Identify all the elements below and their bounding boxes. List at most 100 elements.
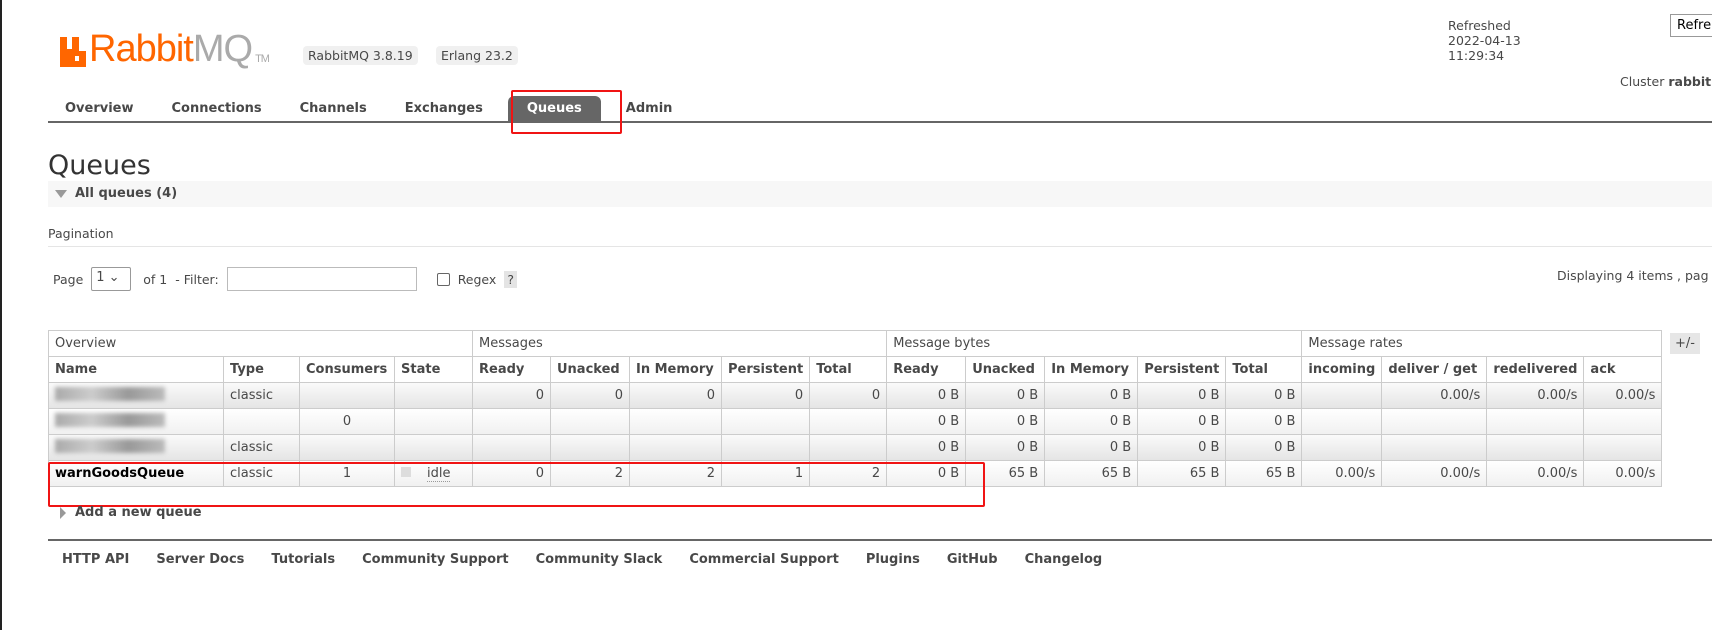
column-header[interactable]: Type: [223, 356, 300, 383]
logo-tm: TM: [255, 53, 270, 65]
table-cell: 0.00/s: [1583, 460, 1663, 487]
window-edge: [0, 0, 2, 630]
table-cell: 0.00/s: [1486, 382, 1585, 409]
tab-connections[interactable]: Connections: [153, 96, 281, 121]
section-title: All queues (4): [75, 186, 178, 201]
column-header[interactable]: Persistent: [720, 356, 811, 383]
column-header[interactable]: ack: [1583, 356, 1663, 383]
column-header[interactable]: In Memory: [1044, 356, 1139, 383]
filter-input[interactable]: [226, 267, 417, 291]
table-cell: classic: [223, 382, 300, 409]
table-row: 00 B0 B0 B0 B0 B: [48, 408, 1663, 435]
table-cell: 0 B: [965, 434, 1046, 461]
table-cell: 0.00/s: [1301, 460, 1383, 487]
footer-link[interactable]: Tutorials: [271, 552, 335, 567]
expand-triangle-icon: [60, 507, 66, 519]
footer-link[interactable]: Changelog: [1025, 552, 1103, 567]
table-cell: 65 B: [1137, 460, 1227, 487]
add-queue-toggle[interactable]: Add a new queue: [60, 505, 202, 520]
column-header[interactable]: Consumers: [299, 356, 395, 383]
refresh-select[interactable]: Refre: [1670, 14, 1712, 37]
footer-link[interactable]: Server Docs: [156, 552, 244, 567]
column-header[interactable]: Total: [1225, 356, 1303, 383]
table-cell: 0: [720, 382, 811, 409]
table-cell: [472, 434, 551, 461]
queue-name-link[interactable]: [48, 382, 224, 409]
table-cell: 0 B: [1225, 434, 1303, 461]
regex-label: Regex: [457, 271, 497, 287]
table-cell: [550, 408, 630, 435]
table-cell: 0 B: [1225, 408, 1303, 435]
table-cell: 0 B: [1044, 382, 1139, 409]
column-header[interactable]: Persistent: [1137, 356, 1227, 383]
pagination-controls: Page 1 ⌄ of 1 - Filter: Regex ?: [53, 267, 517, 291]
footer-links: HTTP API Server Docs Tutorials Community Su…: [48, 539, 1712, 567]
redacted-name: [55, 386, 165, 401]
tab-overview[interactable]: Overview: [48, 96, 153, 121]
table-cell: 0 B: [1044, 408, 1139, 435]
table-cell: [1381, 434, 1488, 461]
queue-name-link[interactable]: [48, 434, 224, 461]
highlight-box-queues-tab: [511, 90, 622, 134]
footer-link[interactable]: HTTP API: [62, 552, 129, 567]
column-header[interactable]: Ready: [472, 356, 551, 383]
redacted-name: [55, 438, 165, 453]
table-cell: [809, 434, 888, 461]
table-cell: 0 B: [1137, 434, 1227, 461]
highlight-box-warn-row: [48, 462, 985, 507]
column-header[interactable]: incoming: [1301, 356, 1383, 383]
column-header[interactable]: Name: [48, 356, 224, 383]
page-label: Page: [53, 271, 84, 287]
table-cell: [1381, 408, 1488, 435]
logo-mq: MQ: [192, 28, 253, 70]
table-cell: [299, 382, 395, 409]
cluster-name: rabbit: [1668, 74, 1712, 89]
column-header[interactable]: redelivered: [1486, 356, 1585, 383]
regex-help-button[interactable]: ?: [504, 270, 517, 288]
table-cell: 0 B: [886, 434, 967, 461]
table-cell: [1301, 382, 1383, 409]
group-overview: Overview: [48, 330, 473, 357]
column-header[interactable]: In Memory: [629, 356, 722, 383]
footer-link[interactable]: Commercial Support: [689, 552, 839, 567]
table-cell: [720, 408, 811, 435]
column-toggle-button[interactable]: +/-: [1670, 333, 1700, 354]
column-header[interactable]: Unacked: [550, 356, 630, 383]
table-cell: [394, 382, 473, 409]
page-select[interactable]: 1 ⌄: [91, 267, 132, 291]
table-cell: [550, 434, 630, 461]
footer-link[interactable]: Plugins: [866, 552, 920, 567]
table-cell: [1301, 434, 1383, 461]
table-cell: [394, 408, 473, 435]
table-cell: 0: [550, 382, 630, 409]
queue-name-link[interactable]: [48, 408, 224, 435]
table-cell: [223, 408, 300, 435]
tab-channels[interactable]: Channels: [281, 96, 386, 121]
main-nav: Overview Connections Channels Exchanges …: [48, 96, 1712, 123]
footer-link[interactable]: Community Support: [362, 552, 509, 567]
table-cell: [299, 434, 395, 461]
all-queues-section-toggle[interactable]: All queues (4): [48, 181, 1712, 207]
table-cell: classic: [223, 434, 300, 461]
column-header[interactable]: Ready: [886, 356, 967, 383]
table-cell: 0: [299, 408, 395, 435]
table-cell: 65 B: [1225, 460, 1303, 487]
column-header[interactable]: Unacked: [965, 356, 1046, 383]
tab-exchanges[interactable]: Exchanges: [386, 96, 502, 121]
table-cell: 0 B: [886, 408, 967, 435]
table-cell: 0 B: [965, 382, 1046, 409]
footer-link[interactable]: Community Slack: [536, 552, 663, 567]
footer-link[interactable]: GitHub: [947, 552, 998, 567]
table-cell: 0: [809, 382, 888, 409]
table-cell: [472, 408, 551, 435]
table-cell: 65 B: [1044, 460, 1139, 487]
column-header[interactable]: deliver / get: [1381, 356, 1488, 383]
group-messages: Messages: [471, 330, 888, 357]
rabbitmq-logo-icon: [60, 37, 86, 67]
group-message-rates: Message rates: [1301, 330, 1663, 357]
column-header[interactable]: State: [394, 356, 473, 383]
table-cell: 0.00/s: [1583, 382, 1663, 409]
table-row: classic 0 B0 B0 B0 B0 B: [48, 434, 1663, 461]
column-header[interactable]: Total: [809, 356, 888, 383]
regex-checkbox[interactable]: [436, 272, 450, 286]
